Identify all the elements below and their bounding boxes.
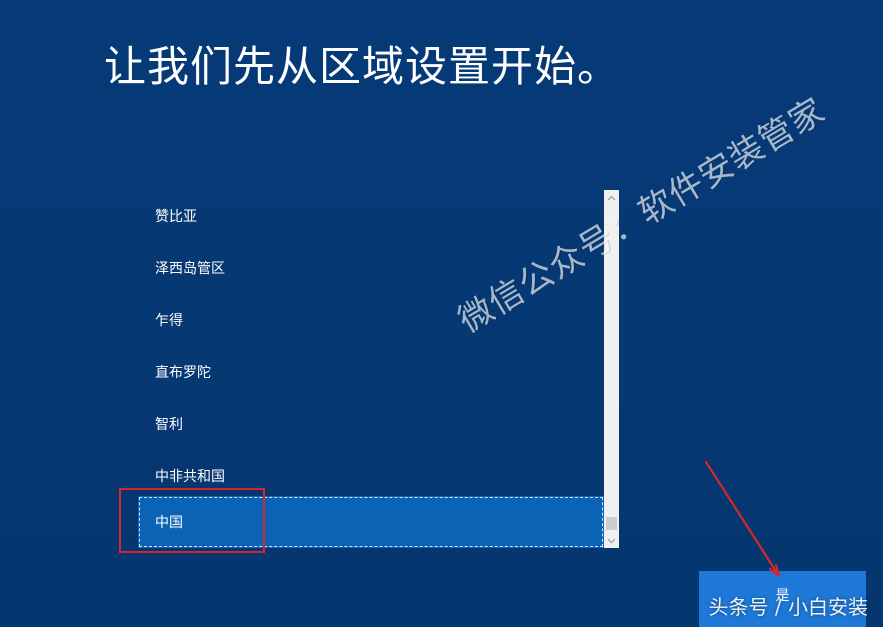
region-label: 智利: [155, 417, 183, 433]
chevron-up-icon: [607, 195, 616, 200]
page-title: 让我们先从区域设置开始。: [104, 42, 621, 91]
footer-watermark: 头条号 / 小白安装: [708, 595, 868, 619]
selection-highlight-annotation: [119, 488, 265, 553]
region-label: 直布罗陀: [155, 365, 211, 381]
list-item[interactable]: 直布罗陀: [138, 346, 604, 398]
red-arrow-annotation: [704, 460, 781, 578]
region-label: 泽西岛管区: [155, 261, 225, 277]
list-item[interactable]: 赞比亚: [138, 190, 604, 242]
region-setup-screen: 让我们先从区域设置开始。 赞比亚 泽西岛管区 乍得 直布罗陀 智利 中非共和国 …: [0, 0, 883, 627]
chevron-down-icon[interactable]: [604, 533, 619, 548]
chevron-up-icon[interactable]: [604, 190, 619, 205]
list-item[interactable]: 智利: [138, 398, 604, 450]
chevron-down-icon: [607, 538, 616, 543]
scroll-thumb[interactable]: [606, 517, 617, 530]
region-label: 赞比亚: [155, 209, 197, 225]
region-label: 乍得: [155, 313, 183, 329]
region-label: 中非共和国: [155, 469, 225, 485]
